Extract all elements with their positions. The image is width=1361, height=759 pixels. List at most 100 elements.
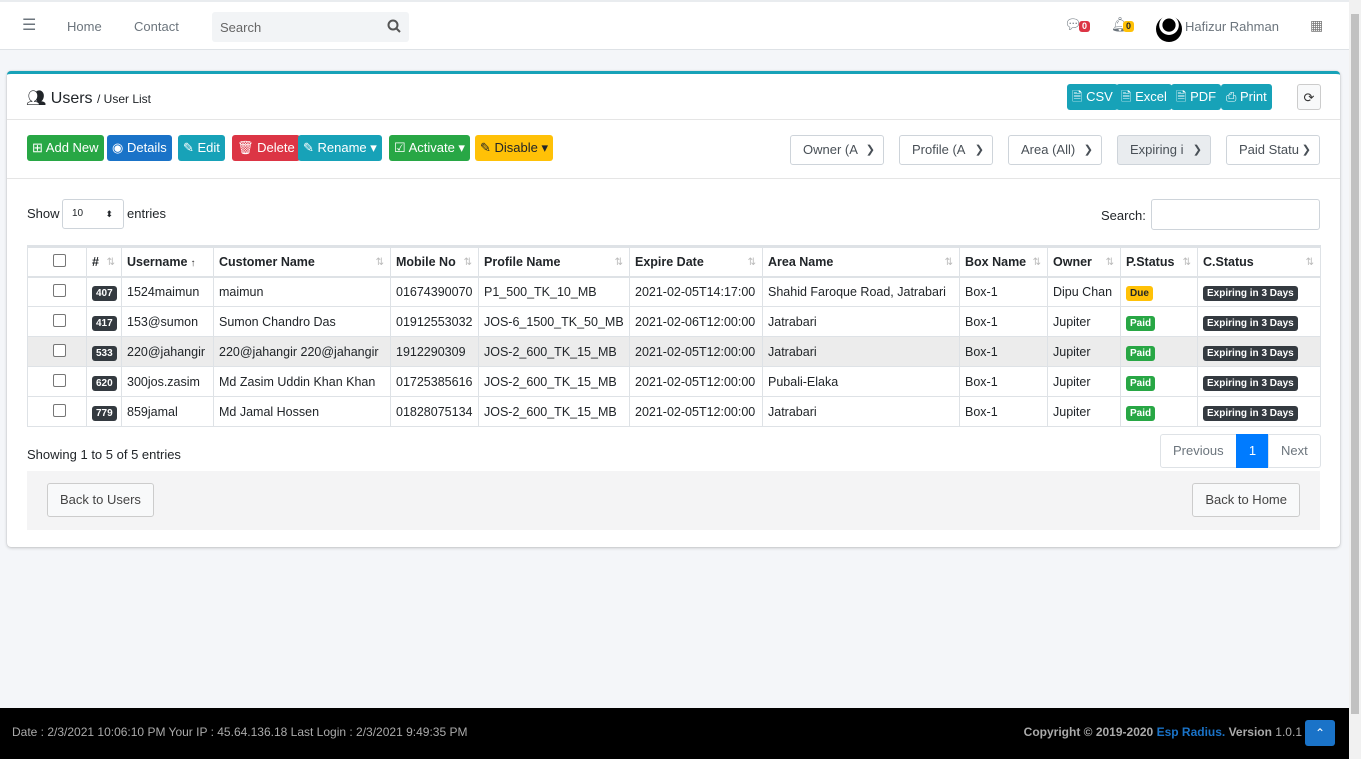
activate-dropdown[interactable]: ☑ Activate ▾ (389, 135, 470, 161)
payment-status-badge: Due (1126, 285, 1153, 301)
avatar[interactable] (1156, 16, 1182, 42)
sort-icon: ⇅ (1105, 257, 1114, 268)
next-button[interactable]: Next (1268, 434, 1321, 468)
scroll-top-button[interactable]: ⌃ (1305, 720, 1335, 746)
cell: Jupiter (1047, 336, 1121, 367)
area-filter[interactable]: Area (All) ❯ (1008, 135, 1102, 165)
column-label: Mobile No (396, 254, 456, 269)
expiring-filter[interactable]: Expiring i ❯ (1117, 135, 1211, 165)
connection-status-badge: Expiring in 3 Days (1203, 375, 1298, 391)
column-label: Customer Name (219, 254, 315, 269)
cell: Paid (1120, 396, 1198, 427)
back-to-users-button[interactable]: Back to Users (47, 483, 154, 517)
cell-username: 220@jahangir (127, 344, 206, 359)
sort-icon: ⇅ (1182, 257, 1191, 268)
table-row[interactable]: 407 1524maimun maimun 01674390070 P1_500_TK_… (27, 276, 1321, 307)
menu-icon[interactable]: ☰ (22, 15, 36, 35)
edit-label: Edit (197, 140, 220, 155)
profile-filter-value: Profile (A (912, 142, 966, 157)
add-label: Add New (45, 140, 99, 155)
column-header[interactable]: Expire Date ⇅ (629, 245, 763, 278)
cell-username: 859jamal (127, 404, 178, 419)
column-header[interactable]: Profile Name ⇅ (478, 245, 630, 278)
sort-icon: ⇅ (463, 257, 472, 268)
excel-button[interactable]: 🗎 Excel (1116, 84, 1172, 110)
cell-mobile: 01912553032 (396, 314, 473, 329)
select-all-checkbox[interactable] (53, 253, 66, 267)
cell-owner: Jupiter (1053, 374, 1091, 389)
id-badge: 620 (92, 375, 117, 391)
cell: Expiring in 3 Days (1197, 306, 1321, 337)
profile-filter[interactable]: Profile (A ❯ (899, 135, 993, 165)
column-header[interactable]: Username ↑ (121, 245, 214, 278)
cell-expire: 2021-02-05T12:00:00 (635, 374, 756, 389)
cell: Jatrabari (762, 306, 960, 337)
chevron-down-icon: ❯ (865, 144, 875, 156)
refresh-icon[interactable]: ⟳ (1297, 84, 1321, 110)
nav-home[interactable]: Home (67, 19, 102, 34)
column-label: Owner (1053, 254, 1092, 269)
grid-icon[interactable]: ▦ (1310, 17, 1323, 34)
paid-status-filter[interactable]: Paid Statu ❯ (1226, 135, 1320, 165)
column-header[interactable]: Area Name ⇅ (762, 245, 960, 278)
table-search-input[interactable] (1151, 199, 1320, 230)
payment-status-badge: Paid (1126, 405, 1156, 421)
rename-dropdown[interactable]: ✎ Rename ▾ (298, 135, 382, 161)
cell: Box-1 (959, 336, 1048, 367)
column-header[interactable]: C.Status ⇅ (1197, 245, 1321, 278)
cell-username: 300jos.zasim (127, 374, 200, 389)
print-label: Print (1240, 89, 1267, 104)
entries-label: entries (127, 206, 167, 221)
column-header[interactable]: Box Name ⇅ (959, 245, 1048, 278)
table-row[interactable]: 779 859jamal Md Jamal Hossen 01828075134 JOS… (27, 396, 1321, 427)
nav-contact[interactable]: Contact (134, 19, 179, 34)
pdf-button[interactable]: 🗎 PDF (1171, 84, 1222, 110)
print-button[interactable]: ⎙ Print (1221, 84, 1272, 110)
entries-select[interactable]: 10 ⬍ (62, 199, 124, 229)
cell: Sumon Chandro Das (213, 306, 391, 337)
back-to-home-button[interactable]: Back to Home (1192, 483, 1300, 517)
cell-customer: Md Zasim Uddin Khan Khan (219, 374, 376, 389)
column-header[interactable]: Mobile No ⇅ (390, 245, 479, 278)
row-checkbox[interactable] (53, 343, 66, 357)
table-row[interactable]: 533 220@jahangir 220@jahangir 220@jahangir… (27, 336, 1321, 367)
cell-customer: maimun (219, 284, 264, 299)
payment-status-badge: Paid (1126, 375, 1156, 391)
cell: 153@sumon (121, 306, 214, 337)
top-navbar: ☰ Home Contact Search 💬︎ 0 🔔︎ 0 Hafizur … (0, 0, 1349, 50)
row-checkbox[interactable] (53, 313, 66, 327)
delete-button[interactable]: 🗑︎ Delete (232, 135, 300, 161)
user-name[interactable]: Hafizur Rahman (1185, 19, 1279, 34)
cell-mobile: 1912290309 (396, 344, 466, 359)
row-checkbox[interactable] (53, 403, 66, 417)
brand-link[interactable]: Esp Radius. (1157, 725, 1226, 739)
row-checkbox[interactable] (53, 373, 66, 387)
chevron-down-icon: ❯ (1192, 144, 1202, 156)
search-icon[interactable] (387, 19, 401, 33)
connection-status-badge: Expiring in 3 Days (1203, 315, 1298, 331)
edit-button[interactable]: ✎ Edit (178, 135, 225, 161)
table-row[interactable]: 417 153@sumon Sumon Chandro Das 01912553032… (27, 306, 1321, 337)
previous-button[interactable]: Previous (1160, 434, 1237, 468)
page-1-button[interactable]: 1 (1236, 434, 1269, 468)
owner-filter[interactable]: Owner (A ❯ (790, 135, 884, 165)
csv-button[interactable]: 🗎 CSV (1067, 84, 1118, 110)
column-header[interactable]: Customer Name ⇅ (213, 245, 391, 278)
search-input[interactable]: Search (212, 12, 409, 42)
cell: Md Jamal Hossen (213, 396, 391, 427)
cell: Box-1 (959, 366, 1048, 397)
delete-label: Delete (257, 140, 295, 155)
page-footer: Date : 2/3/2021 10:06:10 PM Your IP : 45… (0, 708, 1349, 759)
row-select (27, 336, 87, 367)
scrollbar[interactable] (1349, 0, 1361, 759)
table-row[interactable]: 620 300jos.zasim Md Zasim Uddin Khan Khan 0… (27, 366, 1321, 397)
add-new-button[interactable]: ⊞ Add New (27, 135, 104, 161)
disable-dropdown[interactable]: ✎ Disable ▾ (475, 135, 554, 161)
cell-expire: 2021-02-05T14:17:00 (635, 284, 756, 299)
details-button[interactable]: ◉ Details (107, 135, 172, 161)
row-checkbox[interactable] (53, 283, 66, 297)
column-header[interactable]: P.Status ⇅ (1120, 245, 1198, 278)
column-header[interactable]: # ⇅ (86, 245, 122, 278)
cell-area: Jatrabari (768, 314, 817, 329)
column-header[interactable]: Owner ⇅ (1047, 245, 1121, 278)
